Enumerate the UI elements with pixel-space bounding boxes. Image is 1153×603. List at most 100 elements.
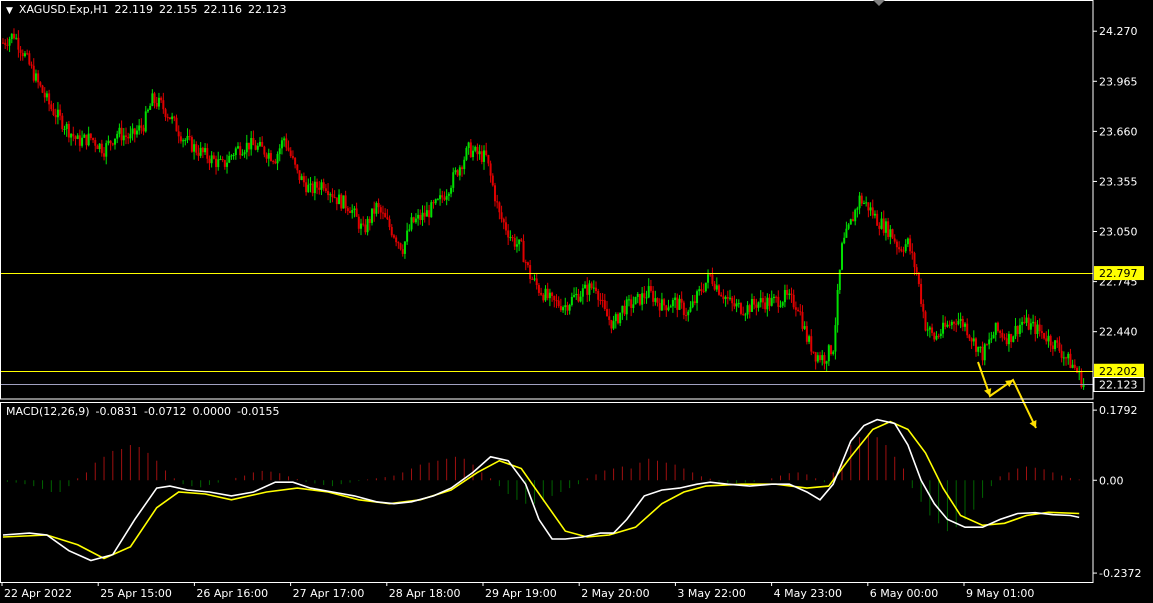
candle-body bbox=[232, 154, 235, 156]
price-tick-label: 23.965 bbox=[1099, 75, 1138, 88]
candle-body bbox=[239, 146, 242, 156]
time-tick-label: 3 May 22:00 bbox=[677, 587, 745, 600]
candle-body bbox=[893, 238, 896, 242]
candle-body bbox=[715, 285, 718, 290]
candle-body bbox=[698, 289, 701, 292]
candle-body bbox=[155, 103, 158, 107]
candle-body bbox=[768, 297, 771, 306]
candle-body bbox=[138, 125, 141, 131]
candle-body bbox=[124, 135, 127, 137]
candle-body bbox=[928, 327, 931, 330]
candle-body bbox=[206, 148, 209, 159]
scroll-marker-icon bbox=[873, 0, 885, 6]
candle-body bbox=[746, 305, 749, 315]
candle-body bbox=[788, 293, 791, 295]
candle-body bbox=[1010, 334, 1013, 342]
candle-body bbox=[434, 199, 437, 204]
candle-body bbox=[693, 301, 696, 304]
candle-body bbox=[764, 302, 767, 310]
candle-body bbox=[349, 211, 352, 213]
macd-window-frame bbox=[0, 402, 1094, 583]
candle-body bbox=[862, 202, 865, 204]
candle-body bbox=[500, 212, 503, 220]
candle-body bbox=[357, 216, 360, 229]
candle-body bbox=[537, 285, 540, 293]
chart-canvas[interactable]: 24.27023.96523.66023.35523.05022.74522.4… bbox=[0, 0, 1153, 603]
candle-body bbox=[553, 295, 556, 301]
candle-body bbox=[520, 239, 523, 241]
candle-body bbox=[61, 115, 64, 130]
candle-body bbox=[586, 284, 589, 295]
candle-body bbox=[327, 191, 330, 196]
candle-body bbox=[1045, 338, 1048, 342]
candle-body bbox=[186, 136, 189, 140]
candle-body bbox=[509, 237, 512, 239]
candle-body bbox=[524, 262, 527, 264]
candle-body bbox=[23, 53, 26, 57]
candle-body bbox=[511, 237, 514, 239]
candle-body bbox=[678, 298, 681, 310]
candle-body bbox=[856, 208, 859, 210]
candle-body bbox=[1040, 331, 1043, 333]
candle-body bbox=[931, 327, 934, 333]
candle-body bbox=[368, 218, 371, 223]
candle-body bbox=[4, 42, 7, 45]
candle-body bbox=[700, 289, 703, 291]
bid-tag-label: 22.123 bbox=[1099, 379, 1138, 392]
menu-triangle-icon[interactable]: ▼ bbox=[6, 6, 13, 16]
candle-body bbox=[595, 287, 598, 292]
candle-body bbox=[252, 138, 255, 146]
high-value: 22.155 bbox=[159, 3, 198, 16]
candle-body bbox=[390, 227, 393, 236]
candle-body bbox=[454, 170, 457, 173]
candle-body bbox=[825, 361, 828, 364]
candle-body bbox=[230, 155, 233, 157]
candle-body bbox=[458, 167, 461, 176]
candle-body bbox=[360, 223, 363, 229]
candle-body bbox=[895, 241, 898, 248]
macd-header: MACD(12,26,9) -0.0831 -0.0712 0.0000 -0.0155 bbox=[6, 405, 285, 418]
candle-body bbox=[428, 210, 431, 218]
candle-body bbox=[153, 93, 156, 104]
candle-body bbox=[636, 294, 639, 297]
candle-body bbox=[430, 202, 433, 218]
candle-body bbox=[1073, 364, 1076, 368]
candle-body bbox=[529, 265, 532, 279]
candle-body bbox=[1071, 364, 1074, 368]
candle-body bbox=[41, 85, 44, 93]
macd-value-1: -0.0831 bbox=[95, 405, 139, 418]
candle-body bbox=[632, 304, 635, 308]
candle-body bbox=[296, 164, 299, 171]
candle-body bbox=[219, 159, 222, 161]
candle-body bbox=[50, 104, 53, 110]
time-tick-label: 9 May 01:00 bbox=[966, 587, 1034, 600]
time-tick-label: 25 Apr 15:00 bbox=[100, 587, 172, 600]
candle-body bbox=[871, 207, 874, 216]
time-axis: 22 Apr 2022 25 Apr 15:00 26 Apr 16:00 27 Ap… bbox=[1, 582, 1034, 600]
candle-body bbox=[755, 304, 758, 308]
candle-body bbox=[551, 292, 554, 296]
candle-body bbox=[983, 344, 986, 361]
candle-body bbox=[401, 249, 404, 254]
candle-body bbox=[274, 161, 277, 164]
candle-body bbox=[103, 153, 106, 157]
candle-body bbox=[981, 346, 984, 361]
signal-line bbox=[2, 420, 1080, 560]
candle-body bbox=[772, 296, 775, 299]
candle-body bbox=[469, 142, 472, 158]
candle-body bbox=[445, 195, 448, 200]
candle-body bbox=[331, 194, 334, 198]
candle-body bbox=[256, 145, 259, 150]
candle-body bbox=[964, 323, 967, 327]
candle-body bbox=[913, 253, 916, 268]
candle-body bbox=[641, 293, 644, 305]
candle-body bbox=[397, 242, 400, 244]
candle-body bbox=[588, 283, 591, 295]
candle-body bbox=[324, 188, 327, 192]
candle-body bbox=[612, 321, 615, 329]
candle-body bbox=[757, 302, 760, 308]
candle-body bbox=[1038, 324, 1041, 332]
candle-body bbox=[728, 297, 731, 299]
candle-body bbox=[608, 316, 611, 320]
candle-body bbox=[188, 136, 191, 138]
